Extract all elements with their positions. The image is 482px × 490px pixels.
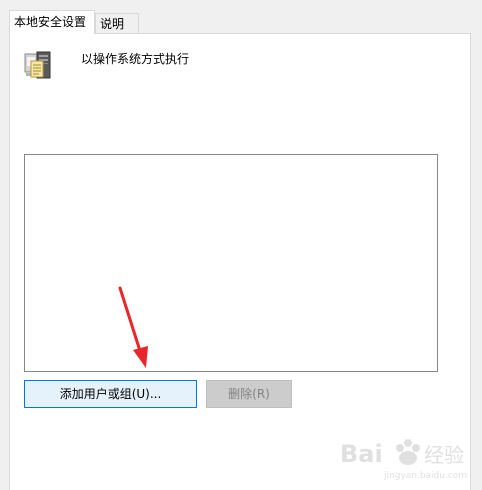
tab-explain[interactable]: 说明 — [95, 13, 139, 34]
button-label: 删除(R) — [228, 387, 270, 401]
baidu-jingyan-watermark-icon: Bai 经验 jingyan.baidu.com — [340, 439, 467, 481]
tab-label: 本地安全设置 — [14, 15, 87, 29]
svg-text:Bai: Bai — [340, 440, 383, 468]
button-label: 添加用户或组(U)... — [59, 387, 162, 401]
tab-local-security-setting[interactable]: 本地安全设置 — [9, 10, 95, 34]
tab-label: 说明 — [100, 17, 125, 31]
user-group-list[interactable] — [24, 154, 438, 372]
remove-button[interactable]: 删除(R) — [206, 380, 292, 408]
annotation-arrow-icon — [118, 286, 148, 368]
add-user-or-group-button[interactable]: 添加用户或组(U)... — [24, 380, 197, 408]
svg-text:经验: 经验 — [424, 443, 464, 467]
policy-title: 以操作系统方式执行 — [81, 52, 190, 66]
server-computer-icon — [24, 51, 51, 79]
properties-dialog: 本地安全设置 说明 以操作系统方式执行 添加用户或组(U)... 删除(R) B… — [0, 0, 482, 490]
svg-text:jingyan.baidu.com: jingyan.baidu.com — [383, 471, 467, 481]
